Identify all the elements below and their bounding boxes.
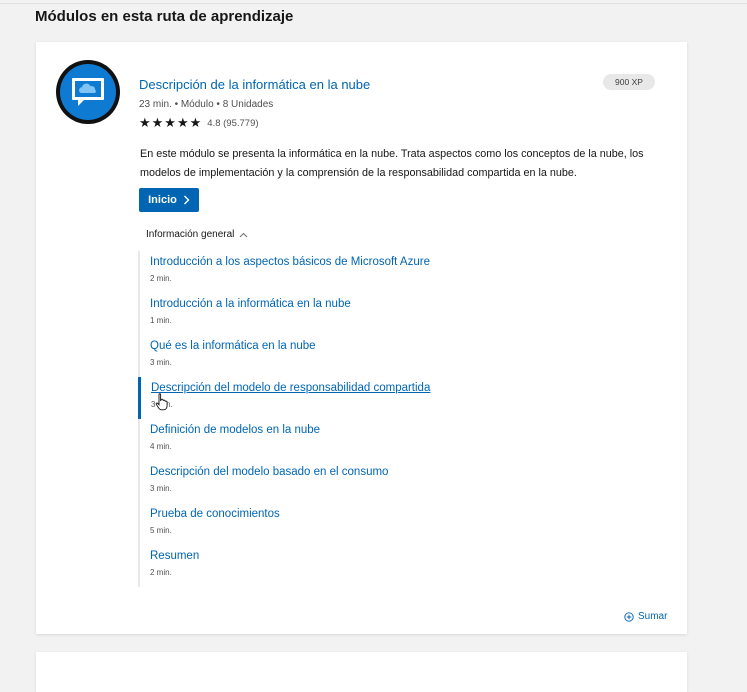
module-description: En este módulo se presenta la informátic… [140, 148, 644, 179]
overview-label: Información general [146, 229, 235, 240]
unit-item-active: Descripción del modelo de responsabilida… [138, 377, 678, 419]
overview-toggle[interactable]: Información general [146, 229, 248, 240]
module-card: Descripción de la informática en la nube… [36, 42, 687, 634]
cloud-chat-icon [56, 60, 120, 124]
module-rating: ★★★★★ 4.8 (95.779) [139, 116, 259, 130]
unit-list: Introducción a los aspectos básicos de M… [138, 251, 678, 587]
chevron-up-icon [240, 232, 248, 237]
unit-duration: 4 min. [150, 442, 172, 451]
chevron-right-icon [183, 195, 190, 205]
unit-item: Descripción del modelo basado en el cons… [138, 461, 678, 503]
xp-badge: 900 XP [603, 74, 655, 90]
unit-item: Prueba de conocimientos 5 min. [138, 503, 678, 545]
unit-item: Resumen 2 min. [138, 545, 678, 587]
start-button[interactable]: Inicio [139, 188, 199, 212]
unit-link[interactable]: Prueba de conocimientos [150, 508, 280, 520]
unit-link[interactable]: Definición de modelos en la nube [150, 424, 320, 436]
unit-item: Qué es la informática en la nube 3 min. [138, 335, 678, 377]
unit-duration: 5 min. [150, 526, 172, 535]
unit-link[interactable]: Descripción del modelo de responsabilida… [151, 382, 430, 394]
section-heading: Módulos en esta ruta de aprendizaje [35, 8, 294, 25]
rating-text: 4.8 (95.779) [207, 117, 259, 129]
top-divider [0, 3, 747, 4]
add-button[interactable]: Sumar [624, 611, 667, 622]
unit-item: Introducción a los aspectos básicos de M… [138, 251, 678, 293]
unit-duration: 1 min. [150, 316, 172, 325]
plus-circle-icon [624, 611, 634, 622]
unit-duration: 3 min. [150, 484, 172, 493]
unit-item: Definición de modelos en la nube 4 min. [138, 419, 678, 461]
add-label: Sumar [638, 611, 668, 622]
unit-link[interactable]: Descripción del modelo basado en el cons… [150, 466, 388, 478]
hand-cursor-icon [155, 393, 168, 411]
unit-duration: 2 min. [150, 274, 172, 283]
module-meta: 23 min. • Módulo • 8 Unidades [139, 99, 274, 110]
unit-link[interactable]: Qué es la informática en la nube [150, 340, 316, 352]
start-button-label: Inicio [148, 194, 177, 206]
unit-link[interactable]: Introducción a la informática en la nube [150, 298, 351, 310]
next-module-card [36, 652, 687, 692]
unit-link[interactable]: Introducción a los aspectos básicos de M… [150, 256, 430, 268]
star-rating-icon: ★★★★★ [139, 115, 203, 130]
unit-duration: 2 min. [150, 568, 172, 577]
unit-item: Introducción a la informática en la nube… [138, 293, 678, 335]
module-title-link[interactable]: Descripción de la informática en la nube [139, 77, 370, 92]
unit-link[interactable]: Resumen [150, 550, 199, 562]
unit-duration: 3 min. [150, 358, 172, 367]
